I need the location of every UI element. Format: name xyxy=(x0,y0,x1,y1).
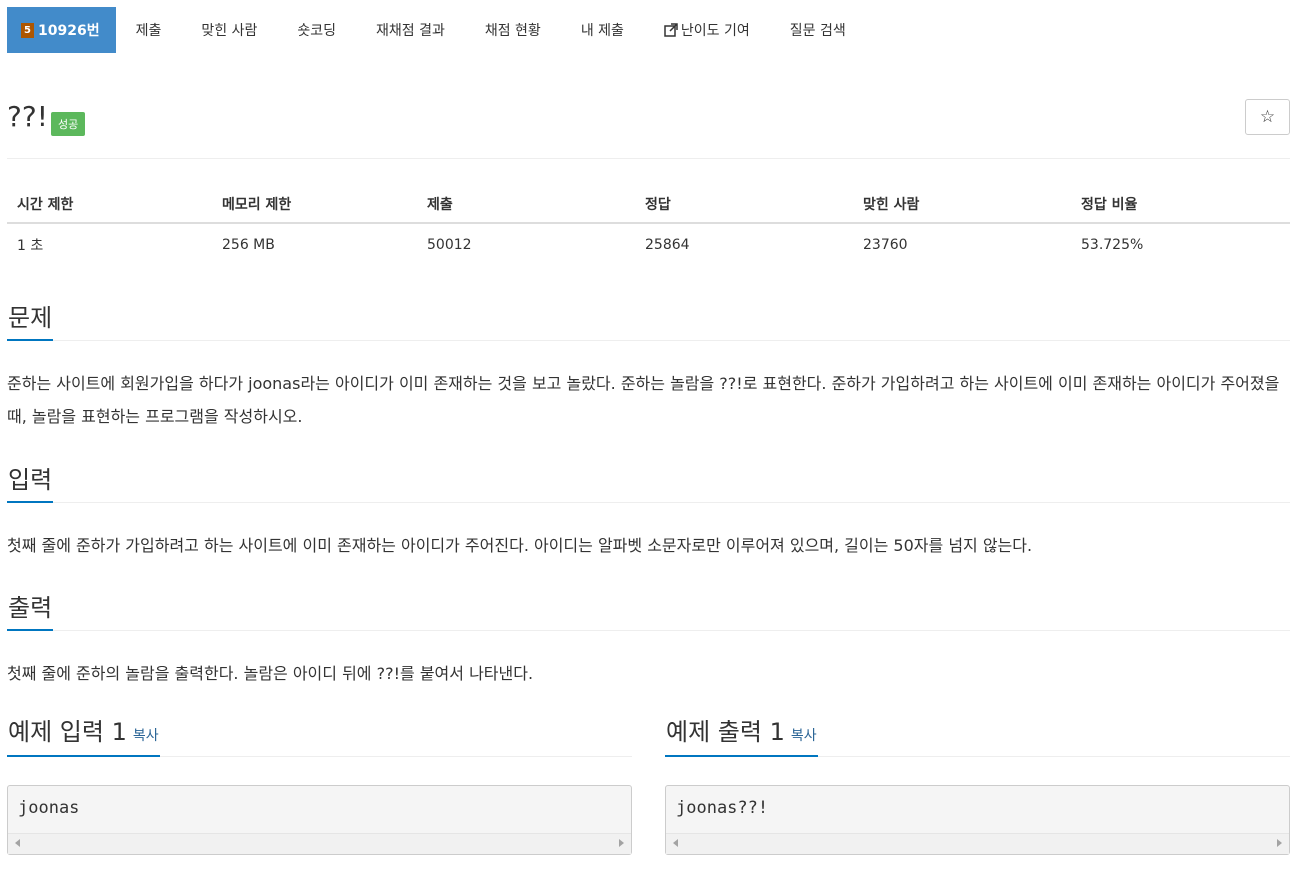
scroll-left-icon[interactable] xyxy=(15,839,20,847)
horizontal-scrollbar[interactable] xyxy=(666,833,1289,854)
sample-output-panel: 예제 출력 1 복사 joonas??! xyxy=(665,712,1290,855)
tab-problem[interactable]: 5 10926번 xyxy=(7,7,116,53)
sample-input-panel: 예제 입력 1 복사 joonas xyxy=(7,712,632,855)
problem-info-table: 시간 제한 메모리 제한 제출 정답 맞힌 사람 정답 비율 1 초 256 M… xyxy=(7,186,1290,266)
tab-difficulty-label: 난이도 기여 xyxy=(680,23,750,39)
status-badge: 성공 xyxy=(51,112,86,136)
tab-solved-users[interactable]: 맞힌 사람 xyxy=(181,7,277,53)
tab-submit[interactable]: 제출 xyxy=(116,7,182,53)
input-description: 첫째 줄에 준하가 가입하려고 하는 사이트에 이미 존재하는 아이디가 주어진… xyxy=(7,536,1033,555)
horizontal-scrollbar[interactable] xyxy=(8,833,631,854)
output-section-header: 출력 xyxy=(7,588,1290,631)
sample-input-text: joonas xyxy=(18,798,80,818)
header-accepted: 정답 xyxy=(635,186,853,224)
value-submissions: 50012 xyxy=(427,237,472,253)
copy-input-link[interactable]: 복사 xyxy=(133,728,159,744)
sample-output-title: 예제 출력 1 xyxy=(666,718,785,746)
tab-rejudge[interactable]: 재채점 결과 xyxy=(356,7,465,53)
problem-section-title: 문제 xyxy=(7,298,54,341)
problem-section-header: 문제 xyxy=(7,298,1290,341)
value-memory-limit: 256 MB xyxy=(222,237,275,253)
problem-title: ??! xyxy=(7,100,48,133)
header-solved-users: 맞힌 사람 xyxy=(853,186,1071,224)
star-icon: ☆ xyxy=(1259,107,1276,127)
problem-nav: 5 10926번 제출 맞힌 사람 숏코딩 재채점 결과 채점 현황 내 제출 … xyxy=(7,7,866,53)
sample-output-header: 예제 출력 1 복사 xyxy=(665,712,818,757)
input-section-title: 입력 xyxy=(7,460,54,503)
value-accept-ratio: 53.725% xyxy=(1081,237,1144,253)
sample-input-box[interactable]: joonas xyxy=(7,785,632,855)
header-time-limit: 시간 제한 xyxy=(7,186,212,224)
value-solved-users: 23760 xyxy=(863,237,908,253)
scroll-right-icon[interactable] xyxy=(1277,839,1282,847)
info-header-row: 시간 제한 메모리 제한 제출 정답 맞힌 사람 정답 비율 xyxy=(7,186,1290,224)
tier-badge-icon: 5 xyxy=(21,22,34,38)
header-accept-ratio: 정답 비율 xyxy=(1071,186,1290,224)
header-memory-limit: 메모리 제한 xyxy=(212,186,417,224)
tab-short-coding[interactable]: 숏코딩 xyxy=(277,7,356,53)
output-section-title: 출력 xyxy=(7,588,54,631)
favorite-star-button[interactable]: ☆ xyxy=(1245,99,1290,135)
title-divider xyxy=(7,158,1290,159)
sample-input-title: 예제 입력 1 xyxy=(8,718,127,746)
info-value-row: 1 초 256 MB 50012 25864 23760 53.725% xyxy=(7,223,1290,266)
input-section-header: 입력 xyxy=(7,460,1290,503)
scroll-left-icon[interactable] xyxy=(673,839,678,847)
sample-input-header: 예제 입력 1 복사 xyxy=(7,712,160,757)
scroll-right-icon[interactable] xyxy=(619,839,624,847)
tab-question-search[interactable]: 질문 검색 xyxy=(770,7,866,53)
output-description: 첫째 줄에 준하의 놀람을 출력한다. 놀람은 아이디 뒤에 ??!를 붙여서 … xyxy=(7,664,534,683)
value-time-limit: 1 초 xyxy=(17,238,44,254)
copy-output-link[interactable]: 복사 xyxy=(791,728,817,744)
header-submissions: 제출 xyxy=(417,186,635,224)
sample-output-box[interactable]: joonas??! xyxy=(665,785,1290,855)
value-accepted: 25864 xyxy=(645,237,690,253)
external-link-icon xyxy=(664,23,678,37)
sample-output-text: joonas??! xyxy=(676,798,769,818)
tab-status[interactable]: 채점 현황 xyxy=(465,7,561,53)
tab-my-submissions[interactable]: 내 제출 xyxy=(561,7,644,53)
problem-number-label: 10926번 xyxy=(38,23,100,39)
problem-description: 준하는 사이트에 회원가입을 하다가 joonas라는 아이디가 이미 존재하는… xyxy=(7,374,1280,426)
tab-difficulty-contribution[interactable]: 난이도 기여 xyxy=(644,7,770,53)
